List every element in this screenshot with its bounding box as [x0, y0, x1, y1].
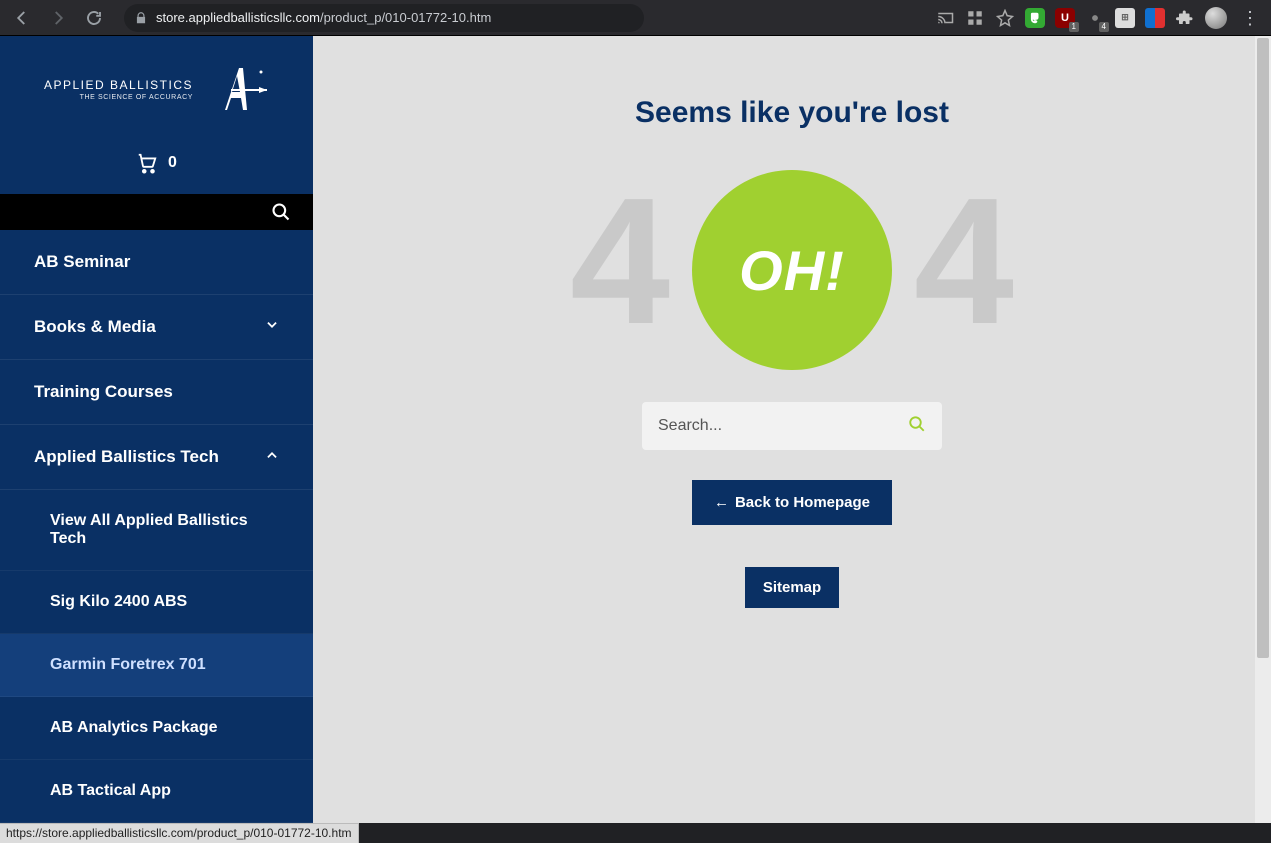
search-submit-icon[interactable]	[908, 415, 926, 438]
evernote-icon[interactable]	[1025, 8, 1045, 28]
logo-mark	[199, 62, 269, 118]
brand-name: APPLIED BALLISTICS	[44, 79, 193, 91]
button-label: Sitemap	[763, 579, 821, 596]
profile-avatar[interactable]	[1205, 7, 1227, 29]
nav-item-label: Applied Ballistics Tech	[34, 447, 219, 467]
back-to-homepage-button[interactable]: ← Back to Homepage	[692, 480, 892, 525]
nav-sub-item[interactable]: View All Applied Ballistics Tech	[0, 490, 313, 571]
status-bar: https://store.appliedballisticsllc.com/p…	[0, 823, 359, 843]
extension-dot-icon[interactable]: 4	[1085, 8, 1105, 28]
logo[interactable]: APPLIED BALLISTICS THE SCIENCE OF ACCURA…	[0, 36, 313, 128]
forward-button[interactable]	[44, 4, 72, 32]
scrollbar[interactable]	[1255, 36, 1271, 823]
url-bar[interactable]: store.appliedballisticsllc.com/product_p…	[124, 4, 644, 32]
sitemap-button[interactable]: Sitemap	[745, 567, 839, 608]
cast-icon[interactable]	[935, 8, 955, 28]
nav-sub-item[interactable]: AB Tactical App	[0, 760, 313, 823]
nav-item[interactable]: Books & Media	[0, 295, 313, 360]
page-heading: Seems like you're lost	[635, 96, 949, 130]
badge: 4	[1099, 22, 1109, 32]
nav-sub-item[interactable]: Sig Kilo 2400 ABS	[0, 571, 313, 634]
nav-item-label: AB Seminar	[34, 252, 130, 272]
scrollbar-thumb[interactable]	[1257, 38, 1269, 658]
nav-item-label: Books & Media	[34, 317, 156, 337]
chevron-down-icon	[265, 317, 279, 337]
oh-circle: OH!	[692, 170, 892, 370]
browser-menu[interactable]: ⋮	[1237, 9, 1263, 27]
nav-sub-item[interactable]: AB Analytics Package	[0, 697, 313, 760]
search-icon	[271, 202, 291, 222]
extension-box-icon[interactable]: ⊞	[1115, 8, 1135, 28]
back-button[interactable]	[8, 4, 36, 32]
nav-sub-item[interactable]: Garmin Foretrex 701	[0, 634, 313, 697]
cart-button[interactable]: 0	[0, 128, 313, 194]
nav-item[interactable]: Applied Ballistics Tech	[0, 425, 313, 490]
main-content: Seems like you're lost 4 OH! 4 ← Back to…	[313, 36, 1271, 823]
nav-item[interactable]: Training Courses	[0, 360, 313, 425]
badge: 1	[1069, 22, 1079, 32]
digit-4-left: 4	[570, 172, 670, 352]
chevron-up-icon	[265, 447, 279, 467]
error-graphic: 4 OH! 4	[582, 170, 1002, 370]
ublock-icon[interactable]: U 1	[1055, 8, 1075, 28]
lock-icon	[134, 11, 148, 25]
page: APPLIED BALLISTICS THE SCIENCE OF ACCURA…	[0, 36, 1271, 823]
sidebar: APPLIED BALLISTICS THE SCIENCE OF ACCURA…	[0, 36, 313, 823]
arrow-left-icon: ←	[714, 494, 729, 511]
url-text: store.appliedballisticsllc.com/product_p…	[156, 10, 491, 25]
brand-tagline: THE SCIENCE OF ACCURACY	[44, 94, 193, 101]
search-input[interactable]	[658, 417, 908, 435]
sidebar-search[interactable]	[0, 194, 313, 230]
button-label: Back to Homepage	[735, 494, 870, 511]
nav-item[interactable]: AB Seminar	[0, 230, 313, 295]
extensions-puzzle-icon[interactable]	[1175, 8, 1195, 28]
browser-toolbar: store.appliedballisticsllc.com/product_p…	[0, 0, 1271, 36]
cart-icon	[136, 152, 158, 174]
search-box	[642, 402, 942, 450]
nav-item-label: Training Courses	[34, 382, 173, 402]
extension-flag-icon[interactable]	[1145, 8, 1165, 28]
nav-list: AB Seminar Books & Media Training Courses A…	[0, 230, 313, 823]
digit-4-right: 4	[914, 172, 1014, 352]
star-icon[interactable]	[995, 8, 1015, 28]
cart-count: 0	[168, 154, 177, 172]
extension-grid-icon[interactable]	[965, 8, 985, 28]
toolbar-right: U 1 4 ⊞ ⋮	[935, 7, 1263, 29]
reload-button[interactable]	[80, 4, 108, 32]
